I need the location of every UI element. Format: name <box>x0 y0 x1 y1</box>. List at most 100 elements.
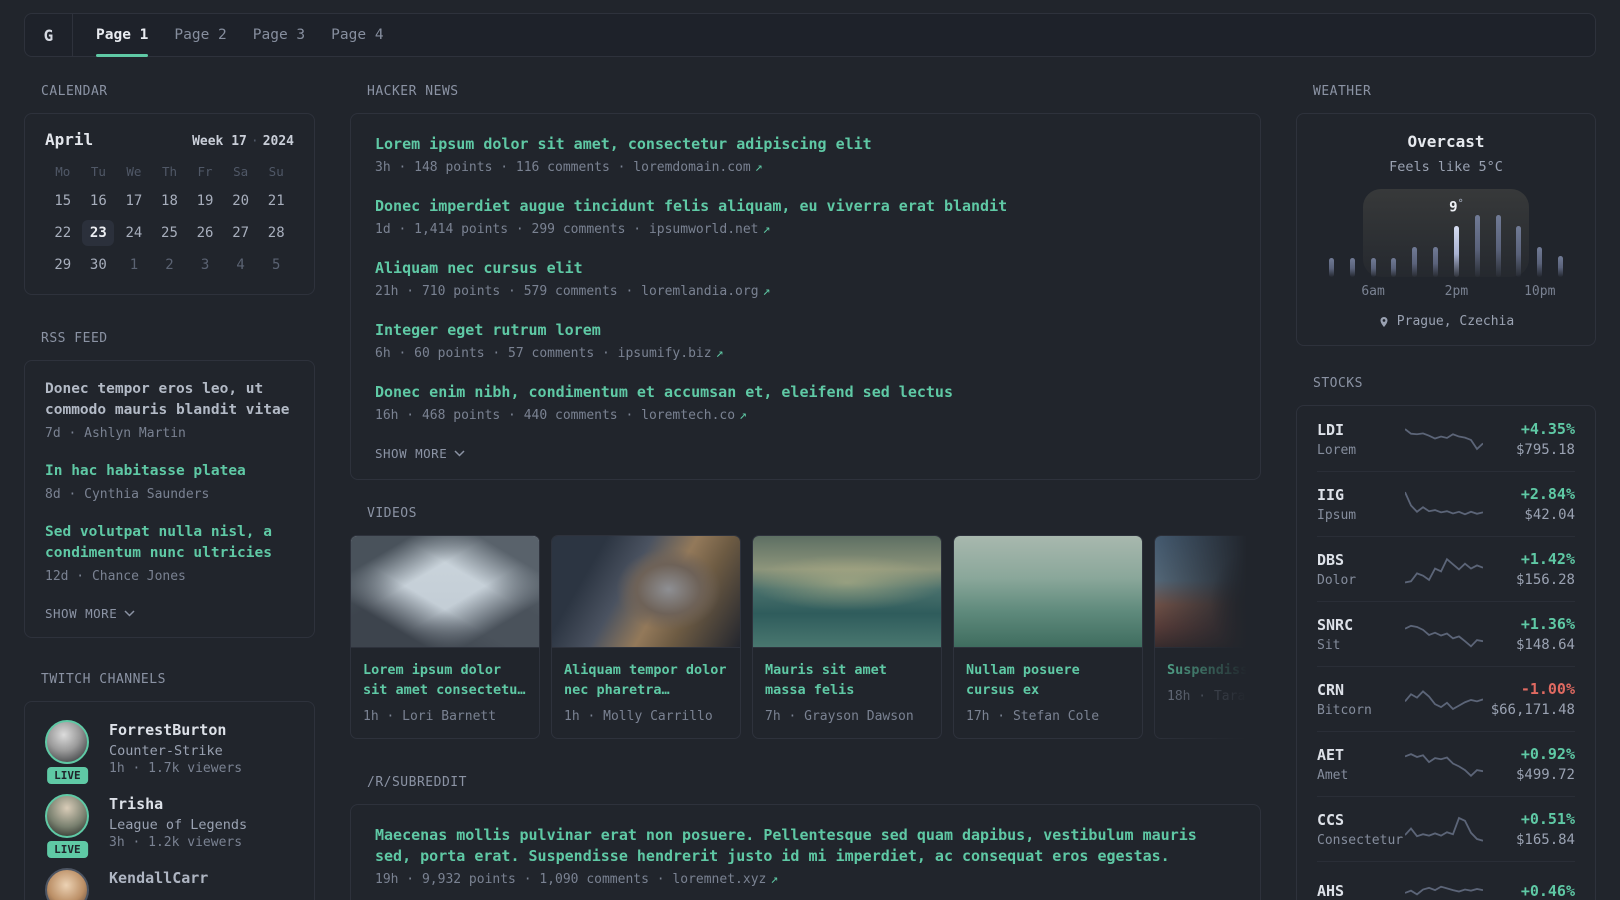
stock-price: $499.72 <box>1515 767 1575 783</box>
weather-section-title: WEATHER <box>1313 84 1372 99</box>
stock-row[interactable]: DBS Dolor +1.42% $156.28 <box>1317 536 1575 601</box>
video-thumbnail[interactable] <box>1155 536 1261 648</box>
meta-separator: · <box>609 160 634 175</box>
stock-price: $148.64 <box>1515 637 1575 653</box>
calendar-day: 22 <box>54 225 72 241</box>
rss-section-title: RSS FEED <box>41 331 108 346</box>
video-card[interactable]: Nullam posuere cursus ex 17h · Stefan Co… <box>953 535 1143 739</box>
story-domain-link[interactable]: loremlandia.org <box>641 284 758 299</box>
calendar-card: April Week 17 · 2024 Mo Tu We Th Fr Sa Su 15 16 17… <box>24 113 315 295</box>
feed-item-link[interactable]: Donec tempor eros leo, ut commodo mauris… <box>45 379 294 421</box>
feed-item-meta: 8d · Cynthia Saunders <box>45 487 210 502</box>
weather-bar-column <box>1404 189 1425 277</box>
feed-item-link[interactable]: Sed volutpat nulla nisl, a condimentum n… <box>45 522 294 564</box>
calendar-day: 2 <box>165 257 174 273</box>
calendar-day: 25 <box>161 225 178 241</box>
stocks-section-title: STOCKS <box>1313 376 1363 391</box>
video-thumbnail[interactable] <box>552 536 740 648</box>
story-link[interactable]: Donec imperdiet augue tincidunt felis al… <box>375 196 1236 217</box>
stock-row[interactable]: SNRC Sit +1.36% $148.64 <box>1317 601 1575 666</box>
calendar-week-number: Week 17 <box>192 134 247 149</box>
video-thumbnail[interactable] <box>351 536 539 648</box>
video-card[interactable]: Lorem ipsum dolor sit amet consectetu… 1… <box>350 535 540 739</box>
video-card[interactable]: Mauris sit amet massa felis 7h · Grayson… <box>752 535 942 739</box>
twitch-channel-row[interactable]: KendallCarr <box>45 868 294 900</box>
story-domain-link[interactable]: loremnet.xyz <box>672 872 766 887</box>
stock-row[interactable]: AET Amet +0.92% $499.72 <box>1317 731 1575 796</box>
stock-row[interactable]: CRN Bitcorn -1.00% $66,171.48 <box>1317 666 1575 731</box>
stock-values: +0.92% $499.72 <box>1483 744 1575 783</box>
tab-page-3[interactable]: Page 3 <box>240 14 318 56</box>
story-domain-link[interactable]: ipsumworld.net <box>649 222 759 237</box>
video-thumbnail[interactable] <box>753 536 941 648</box>
stock-id: SNRC Sit <box>1317 615 1405 653</box>
meta-separator: · <box>594 346 618 361</box>
channel-name-link[interactable]: ForrestBurton <box>109 720 242 740</box>
story-link[interactable]: Maecenas mollis pulvinar erat non posuer… <box>375 825 1236 867</box>
stock-price: $795.18 <box>1515 442 1575 458</box>
feed-item-link[interactable]: In hac habitasse platea <box>45 461 294 482</box>
video-card[interactable]: Aliquam tempor dolor nec pharetra… 1h · … <box>551 535 741 739</box>
stock-values: +4.35% $795.18 <box>1483 419 1575 458</box>
channel-meta: 1h · 1.7k viewers <box>109 761 243 776</box>
tab-page-4[interactable]: Page 4 <box>318 14 396 56</box>
twitch-channel-row[interactable]: LIVE ForrestBurton Counter-Strike 1h · 1… <box>45 720 294 784</box>
feed-item-meta: 7d · Ashlyn Martin <box>45 426 186 441</box>
video-title-link[interactable]: Nullam posuere cursus ex <box>966 660 1130 700</box>
stock-row[interactable]: LDI Lorem +4.35% $795.18 <box>1317 407 1575 471</box>
channel-name-link[interactable]: KendallCarr <box>109 868 208 888</box>
twitch-channel-row[interactable]: LIVE Trisha League of Legends 3h · 1.2k … <box>45 794 294 858</box>
calendar-widget: CALENDAR April Week 17 · 2024 Mo Tu We Th Fr Sa… <box>24 84 315 295</box>
calendar-day: 1 <box>129 257 139 273</box>
videos-carousel: Lorem ipsum dolor sit amet consectetu… 1… <box>350 535 1261 739</box>
app-logo[interactable]: G <box>25 14 73 56</box>
video-card-body: Nullam posuere cursus ex 17h · Stefan Co… <box>954 648 1142 738</box>
live-badge: LIVE <box>47 841 88 858</box>
story-meta-text: 21h · 710 points · 579 comments <box>375 284 618 299</box>
top-nav: G Page 1 Page 2 Page 3 Page 4 <box>24 13 1596 57</box>
story-domain-link[interactable]: loremdomain.com <box>633 160 750 175</box>
show-more-label: SHOW MORE <box>375 446 448 461</box>
stock-change: +4.35% <box>1520 420 1575 438</box>
calendar-day: 28 <box>267 225 285 241</box>
story-item: Aliquam nec cursus elit 21h · 710 points… <box>375 258 1236 301</box>
story-link[interactable]: Integer eget rutrum lorem <box>375 320 1236 341</box>
video-title-link[interactable]: Mauris sit amet massa felis <box>765 660 929 700</box>
stock-row[interactable]: IIG Ipsum +2.84% $42.04 <box>1317 471 1575 536</box>
stock-sparkline <box>1405 681 1483 717</box>
calendar-day: 18 <box>161 193 178 209</box>
stock-id: CCS Consectetur <box>1317 810 1405 848</box>
weather-location: Prague, Czechia <box>1321 314 1571 329</box>
channel-game: League of Legends <box>109 817 248 833</box>
story-link[interactable]: Donec enim nibh, condimentum et accumsan… <box>375 382 1236 403</box>
stock-row[interactable]: AHS +0.46% <box>1317 861 1575 900</box>
weekday-label: Sa <box>233 164 249 179</box>
story-domain-link[interactable]: loremtech.co <box>641 408 735 423</box>
twitch-channel-list: LIVE ForrestBurton Counter-Strike 1h · 1… <box>45 720 294 900</box>
hackernews-show-more-button[interactable]: SHOW MORE <box>375 444 465 463</box>
hour-bar <box>1433 247 1439 277</box>
tab-page-1[interactable]: Page 1 <box>83 14 161 57</box>
video-title-link[interactable]: Aliquam tempor dolor nec pharetra… <box>564 660 728 700</box>
external-link-icon: ↗ <box>715 346 724 361</box>
stock-name: Bitcorn <box>1317 702 1372 718</box>
story-link[interactable]: Lorem ipsum dolor sit amet, consectetur … <box>375 134 1236 155</box>
stock-sparkline <box>1405 421 1483 457</box>
middle-column: HACKER NEWS Lorem ipsum dolor sit amet, … <box>350 84 1261 900</box>
video-title-link[interactable]: Lorem ipsum dolor sit amet consectetu… <box>363 660 527 700</box>
stock-values: +2.84% $42.04 <box>1483 484 1575 523</box>
channel-name-link[interactable]: Trisha <box>109 794 247 814</box>
video-title-link[interactable]: Suspendisse diam <box>1167 660 1261 680</box>
stock-row[interactable]: CCS Consectetur +0.51% $165.84 <box>1317 796 1575 861</box>
video-thumbnail[interactable] <box>954 536 1142 648</box>
rss-show-more-button[interactable]: SHOW MORE <box>45 604 135 623</box>
tab-page-2[interactable]: Page 2 <box>161 14 239 56</box>
current-hour-bar <box>1453 226 1459 277</box>
hour-bar <box>1558 256 1564 277</box>
video-card[interactable]: Suspendisse diam 18h · Tara <box>1154 535 1261 739</box>
story-domain-link[interactable]: ipsumify.biz <box>618 346 712 361</box>
hour-bar <box>1349 258 1355 277</box>
weather-bar-column: 9° <box>1446 189 1467 277</box>
story-link[interactable]: Aliquam nec cursus elit <box>375 258 1236 279</box>
hour-bar <box>1537 247 1543 277</box>
